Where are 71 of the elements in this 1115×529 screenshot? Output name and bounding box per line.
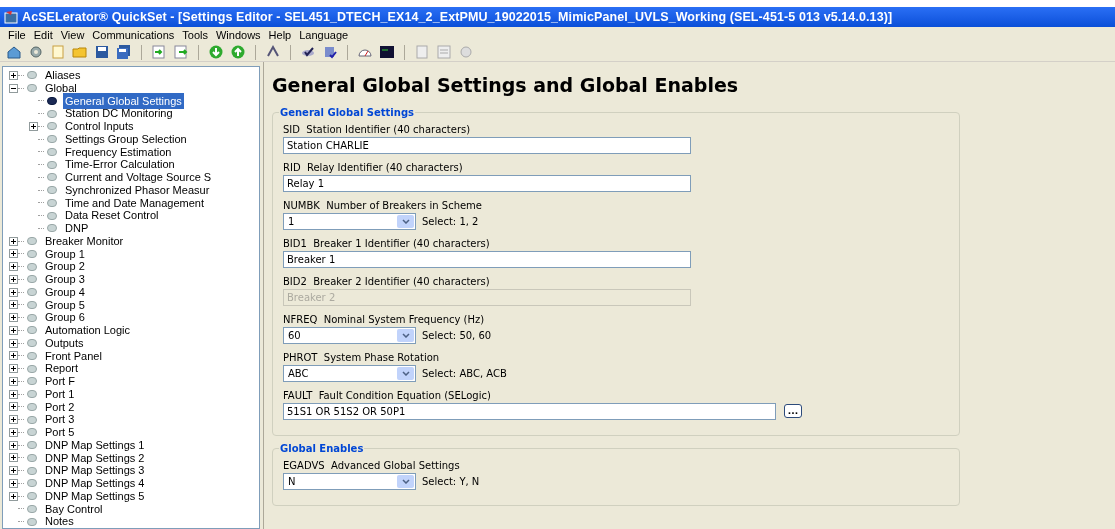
dropdown[interactable]: 60 [283,326,416,344]
tree-item[interactable]: DNP Map Settings 4 [43,475,147,492]
menu-item[interactable]: Communications [88,26,179,44]
save-all-icon[interactable] [116,44,132,60]
expand-icon[interactable] [9,364,18,374]
expand-icon[interactable] [29,121,38,131]
dropdown[interactable]: N [283,472,416,490]
menu-item[interactable]: Help [264,26,296,44]
download-icon[interactable] [208,44,224,60]
terminal-icon[interactable] [379,44,395,60]
menu-item[interactable]: Language [295,26,353,44]
input-field[interactable]: Relay 1 [283,174,691,192]
expand-icon[interactable] [9,491,18,501]
menu-item[interactable]: Windows [211,26,265,44]
expand-icon[interactable] [9,338,18,348]
expand-icon[interactable] [9,262,18,272]
expand-icon[interactable] [9,402,18,412]
field-label: PHROT System Phase Rotation [283,350,441,364]
menu-item[interactable]: Edit [29,26,57,44]
expand-icon[interactable] [9,478,18,488]
menu-item[interactable]: View [56,26,89,44]
options-hint: Select: 50, 60 [422,328,492,343]
expand-icon[interactable] [9,466,18,476]
save-icon[interactable] [94,44,110,60]
expand-icon[interactable] [9,415,18,425]
app-icon [4,10,18,24]
input-field[interactable]: Station CHARLIE [283,136,691,154]
expand-icon[interactable] [9,453,18,463]
menu-item[interactable]: Tools [178,26,212,44]
expand-icon[interactable] [9,313,18,323]
expand-icon[interactable] [9,236,18,246]
export-icon[interactable] [173,44,189,60]
options-hint: Select: ABC, ACB [422,366,507,381]
upload-icon[interactable] [230,44,246,60]
equation-field[interactable]: 51S1 OR 51S2 OR 50P1 [283,402,776,420]
expand-icon[interactable] [9,70,18,80]
field-label: NUMBK Number of Breakers in Scheme [283,198,483,212]
expand-icon[interactable] [9,300,18,310]
expand-icon[interactable] [9,376,18,386]
tree-item[interactable]: Bay Control [43,500,105,518]
menu-item[interactable]: File [4,26,30,44]
options-hint: Select: Y, N [422,474,480,489]
field-label: SID Station Identifier (40 characters) [283,122,472,136]
tree-item[interactable]: General Global Settings [63,92,184,110]
import-icon[interactable] [151,44,167,60]
expand-icon[interactable] [9,287,18,297]
tree-item[interactable]: Current and Voltage Source S [63,169,214,186]
expand-icon[interactable] [9,440,18,450]
input-field[interactable]: Breaker 1 [283,250,691,268]
field-label: EGADVS Advanced Global Settings [283,458,461,472]
expand-icon[interactable] [9,351,18,361]
database-check-icon[interactable] [322,44,338,60]
dropdown[interactable]: ABC [283,364,416,382]
dropdown[interactable]: 1 [283,212,416,230]
field-label: NFREQ Nominal System Frequency (Hz) [283,312,486,326]
expand-icon[interactable] [9,427,18,437]
field-label: BID2 Breaker 2 Identifier (40 characters) [283,274,491,288]
tree-item[interactable]: Control Inputs [63,118,136,135]
options-hint: Select: 1, 2 [422,214,479,229]
expand-icon[interactable] [9,389,18,399]
expand-icon[interactable] [9,249,18,259]
tree-item[interactable]: Group 3 [43,271,87,288]
window-title: AcSELerator® QuickSet - [Settings Editor - SEL451_DTECH_EX14_2_ExtPMU_19022015_MimicPanel_UVLS_Working (SEL-451-5 013 v5.14.0.13)] [22,8,893,26]
browse-button[interactable]: ... [784,404,802,418]
expand-icon[interactable] [9,325,18,335]
field-label: BID1 Breaker 1 Identifier (40 characters) [283,236,491,250]
field-label: FAULT Fault Condition Equation (SELogic) [283,388,492,402]
field-label: RID Relay Identifier (40 characters) [283,160,464,174]
expand-icon[interactable] [9,274,18,284]
collapse-icon[interactable] [9,83,18,93]
page-heading: General Global Settings and Global Enables [272,73,740,98]
